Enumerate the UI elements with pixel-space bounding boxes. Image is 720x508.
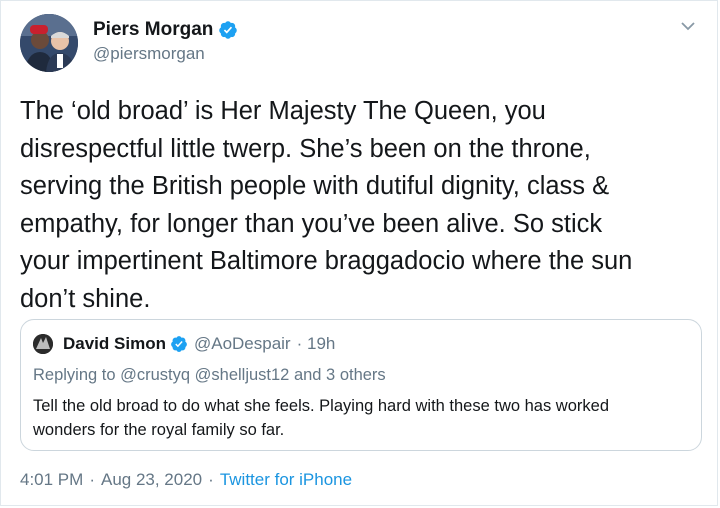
footer-separator: · <box>208 470 214 489</box>
chevron-down-icon[interactable] <box>681 21 695 31</box>
quoted-handle: @AoDespair <box>193 334 291 353</box>
tweet-timestamp[interactable]: 4:01 PM <box>20 470 83 490</box>
quoted-time: · 19h <box>296 334 336 353</box>
author-handle[interactable]: @piersmorgan <box>93 44 205 64</box>
tweet-card: Piers Morgan @piersmorgan The ‘old broad… <box>0 0 718 506</box>
quoted-avatar <box>33 334 53 354</box>
tweet-footer: 4:01 PM · Aug 23, 2020 · Twitter for iPh… <box>20 470 352 490</box>
quoted-header: David Simon @AoDespair · 19h <box>33 334 335 354</box>
quoted-replying-to: Replying to @crustyq @shelljust12 and 3 … <box>33 366 386 384</box>
author-name-row[interactable]: Piers Morgan <box>93 19 238 41</box>
author-avatar[interactable] <box>20 14 78 72</box>
quoted-text: Tell the old broad to do what she feels.… <box>33 397 610 439</box>
tweet-text: The ‘old broad’ is Her Majesty The Queen… <box>20 97 633 313</box>
quoted-display-name: David Simon <box>63 334 166 353</box>
quoted-tweet[interactable]: David Simon @AoDespair · 19h Replying to… <box>20 319 702 451</box>
tweet-source-link[interactable]: Twitter for iPhone <box>220 470 352 490</box>
author-display-name[interactable]: Piers Morgan <box>93 19 213 41</box>
tweet-date[interactable]: Aug 23, 2020 <box>101 470 202 490</box>
verified-badge-icon <box>171 336 187 352</box>
footer-separator: · <box>89 470 95 489</box>
verified-badge-icon <box>219 21 238 39</box>
